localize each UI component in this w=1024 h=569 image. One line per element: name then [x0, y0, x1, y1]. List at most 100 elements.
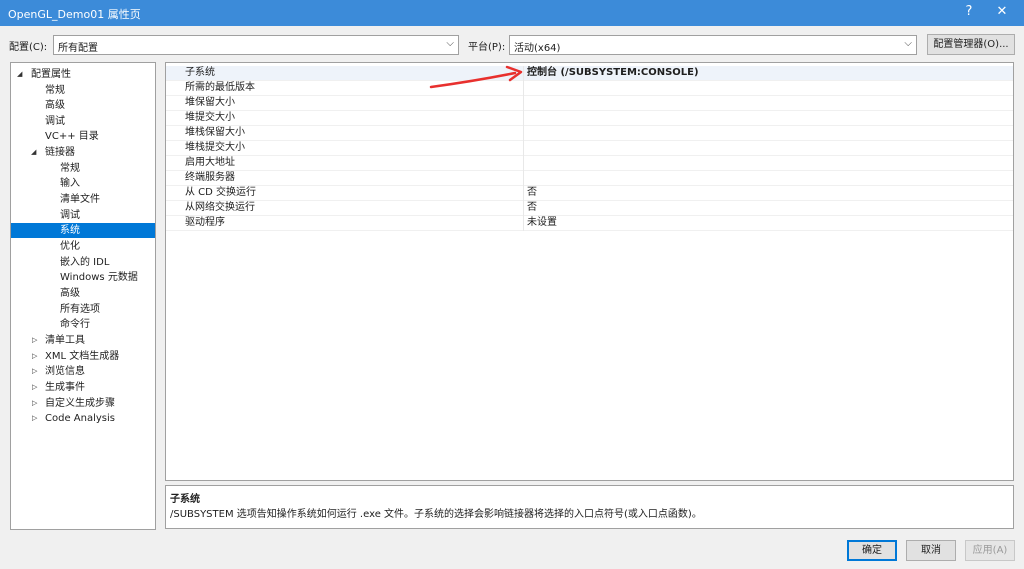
tree-item-code-analysis[interactable]: ▷ Code Analysis — [11, 411, 155, 426]
property-row-heap-reserve[interactable]: 堆保留大小 — [166, 96, 1013, 111]
tree-item-label: 高级 — [60, 288, 80, 299]
expanded-triangle-icon[interactable]: ◢ — [31, 145, 36, 160]
chevron-down-icon: ⌵ — [446, 38, 454, 49]
platform-dropdown[interactable]: 活动(x64) ⌵ — [509, 35, 917, 55]
tree-item-label: 嵌入的 IDL — [60, 257, 110, 268]
description-text: /SUBSYSTEM 选项告知操作系统如何运行 .exe 文件。子系统的选择会影… — [170, 509, 702, 520]
tree-item-custom-build-step[interactable]: ▷ 自定义生成步骤 — [11, 396, 155, 411]
tree-item-label: Windows 元数据 — [60, 272, 138, 283]
tree-item-label: 链接器 — [45, 147, 75, 158]
column-separator — [523, 141, 524, 156]
cancel-button[interactable]: 取消 — [906, 540, 956, 561]
property-tree: ◢ 配置属性 常规 高级 调试 VC++ 目录 ◢ 链接器 常规 输入 清单文件… — [10, 62, 156, 530]
expanded-triangle-icon[interactable]: ◢ — [17, 67, 22, 82]
description-title: 子系统 — [170, 494, 200, 505]
tree-item-linker-manifest[interactable]: 清单文件 — [11, 192, 155, 207]
tree-item-advanced[interactable]: 高级 — [11, 98, 155, 113]
property-row-min-version[interactable]: 所需的最低版本 — [166, 81, 1013, 96]
tree-item-xml-doc-generator[interactable]: ▷ XML 文档生成器 — [11, 349, 155, 364]
tree-item-manifest-tool[interactable]: ▷ 清单工具 — [11, 333, 155, 348]
tree-item-linker-debugging[interactable]: 调试 — [11, 208, 155, 223]
property-name: 所需的最低版本 — [185, 82, 255, 93]
property-row-driver[interactable]: 驱动程序 未设置 — [166, 216, 1013, 231]
close-button[interactable]: ✕ — [980, 0, 1024, 26]
column-separator — [523, 126, 524, 141]
platform-dropdown-value: 活动(x64) — [514, 43, 561, 54]
property-row-large-address[interactable]: 启用大地址 — [166, 156, 1013, 171]
property-name: 堆栈提交大小 — [185, 142, 245, 153]
tree-item-linker-windows-metadata[interactable]: Windows 元数据 — [11, 270, 155, 285]
property-value[interactable]: 未设置 — [527, 216, 557, 230]
tree-item-label: 清单工具 — [45, 335, 85, 346]
collapsed-triangle-icon[interactable]: ▷ — [32, 349, 37, 364]
tree-item-label: 调试 — [60, 210, 80, 221]
collapsed-triangle-icon[interactable]: ▷ — [32, 396, 37, 411]
tree-item-linker-embedded-idl[interactable]: 嵌入的 IDL — [11, 255, 155, 270]
tree-item-linker-advanced[interactable]: 高级 — [11, 286, 155, 301]
property-name: 从网络交换运行 — [185, 202, 255, 213]
tree-item-label: 生成事件 — [45, 382, 85, 393]
tree-item-general[interactable]: 常规 — [11, 83, 155, 98]
tree-item-label: 常规 — [45, 85, 65, 96]
tree-item-browse-info[interactable]: ▷ 浏览信息 — [11, 364, 155, 379]
tree-item-debugging[interactable]: 调试 — [11, 114, 155, 129]
apply-button[interactable]: 应用(A) — [965, 540, 1015, 561]
collapsed-triangle-icon[interactable]: ▷ — [32, 380, 37, 395]
tree-item-label: Code Analysis — [45, 413, 115, 424]
tree-item-label: 调试 — [45, 116, 65, 127]
property-row-stack-reserve[interactable]: 堆栈保留大小 — [166, 126, 1013, 141]
property-row-swap-run-cd[interactable]: 从 CD 交换运行 否 — [166, 186, 1013, 201]
tree-item-linker-general[interactable]: 常规 — [11, 161, 155, 176]
tree-item-label: 优化 — [60, 241, 80, 252]
annotation-arrow-icon — [429, 65, 523, 89]
property-name: 从 CD 交换运行 — [185, 187, 257, 198]
tree-item-label: 配置属性 — [31, 69, 71, 80]
property-grid: 子系统 控制台 (/SUBSYSTEM:CONSOLE) 所需的最低版本 堆保留… — [165, 62, 1014, 481]
tree-item-vc-directories[interactable]: VC++ 目录 — [11, 129, 155, 144]
property-name: 终端服务器 — [185, 172, 235, 183]
tree-item-config-properties[interactable]: ◢ 配置属性 — [11, 67, 155, 82]
tree-item-label: 高级 — [45, 100, 65, 111]
config-toolbar: 配置(C): 所有配置 ⌵ 平台(P): 活动(x64) ⌵ 配置管理器(O).… — [0, 26, 1024, 62]
tree-item-linker-command-line[interactable]: 命令行 — [11, 317, 155, 332]
property-value[interactable]: 否 — [527, 186, 537, 200]
chevron-down-icon: ⌵ — [904, 38, 912, 49]
column-separator — [523, 96, 524, 111]
window-title: OpenGL_Demo01 属性页 — [8, 8, 141, 21]
config-dropdown[interactable]: 所有配置 ⌵ — [53, 35, 459, 55]
property-row-subsystem[interactable]: 子系统 控制台 (/SUBSYSTEM:CONSOLE) — [166, 66, 1013, 81]
tree-item-label: 自定义生成步骤 — [45, 398, 115, 409]
tree-item-label: 输入 — [60, 178, 80, 189]
property-name: 启用大地址 — [185, 157, 235, 168]
property-name: 堆栈保留大小 — [185, 127, 245, 138]
column-separator — [523, 156, 524, 171]
config-manager-button[interactable]: 配置管理器(O)... — [927, 34, 1015, 55]
tree-item-linker[interactable]: ◢ 链接器 — [11, 145, 155, 160]
property-row-terminal-server[interactable]: 终端服务器 — [166, 171, 1013, 186]
property-name: 堆提交大小 — [185, 112, 235, 123]
property-value[interactable]: 控制台 (/SUBSYSTEM:CONSOLE) — [527, 66, 699, 80]
tree-item-label: 浏览信息 — [45, 366, 85, 377]
ok-button[interactable]: 确定 — [847, 540, 897, 561]
column-separator — [523, 216, 524, 231]
tree-item-linker-all-options[interactable]: 所有选项 — [11, 302, 155, 317]
property-row-swap-run-net[interactable]: 从网络交换运行 否 — [166, 201, 1013, 216]
platform-label: 平台(P): — [468, 42, 506, 53]
tree-item-linker-input[interactable]: 输入 — [11, 176, 155, 191]
property-name: 子系统 — [185, 67, 215, 78]
tree-item-label: 所有选项 — [60, 304, 100, 315]
config-label: 配置(C): — [9, 42, 48, 53]
tree-item-linker-optimization[interactable]: 优化 — [11, 239, 155, 254]
property-row-heap-commit[interactable]: 堆提交大小 — [166, 111, 1013, 126]
collapsed-triangle-icon[interactable]: ▷ — [32, 411, 37, 426]
collapsed-triangle-icon[interactable]: ▷ — [32, 333, 37, 348]
column-separator — [523, 111, 524, 126]
tree-item-linker-system[interactable]: 系统 — [11, 223, 155, 238]
tree-item-build-events[interactable]: ▷ 生成事件 — [11, 380, 155, 395]
property-row-stack-commit[interactable]: 堆栈提交大小 — [166, 141, 1013, 156]
collapsed-triangle-icon[interactable]: ▷ — [32, 364, 37, 379]
tree-item-label: VC++ 目录 — [45, 131, 99, 142]
description-panel: 子系统 /SUBSYSTEM 选项告知操作系统如何运行 .exe 文件。子系统的… — [165, 485, 1014, 529]
property-name: 堆保留大小 — [185, 97, 235, 108]
property-value[interactable]: 否 — [527, 201, 537, 215]
